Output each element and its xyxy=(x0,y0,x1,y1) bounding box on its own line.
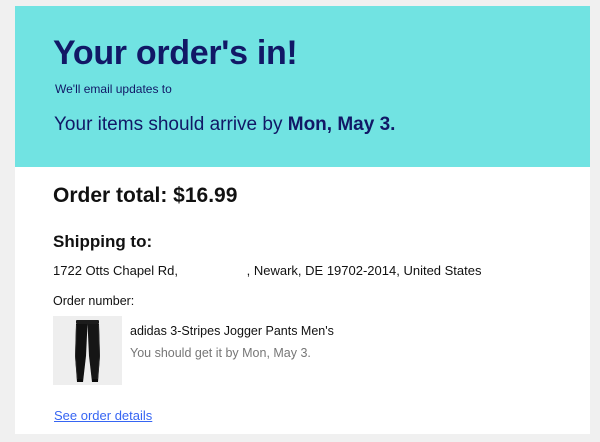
order-number-label: Order number: xyxy=(53,294,135,308)
see-order-details-link[interactable]: See order details xyxy=(54,408,152,423)
order-confirmation-card: Your order's in! We'll email updates to … xyxy=(15,6,590,434)
shipping-heading: Shipping to: xyxy=(53,232,153,251)
arrival-prefix: Your items should arrive by xyxy=(54,114,288,135)
shipping-address: 1722 Otts Chapel Rd, , Newark, DE 19702-… xyxy=(53,263,482,278)
page-title: Your order's in! xyxy=(53,34,298,72)
item-title[interactable]: adidas 3-Stripes Jogger Pants Men's xyxy=(130,324,334,338)
jogger-pants-thumbnail-icon[interactable] xyxy=(53,316,122,385)
item-delivery-estimate: You should get it by Mon, May 3. xyxy=(130,346,311,360)
arrival-date: Mon, May 3. xyxy=(287,114,396,135)
arrival-estimate: Your items should arrive by Mon, May 3. xyxy=(54,114,395,136)
email-updates-text: We'll email updates to xyxy=(55,82,172,96)
pants-image xyxy=(53,316,122,385)
order-total: Order total: $16.99 xyxy=(53,184,238,207)
order-confirmation-banner: Your order's in! We'll email updates to … xyxy=(15,6,590,167)
